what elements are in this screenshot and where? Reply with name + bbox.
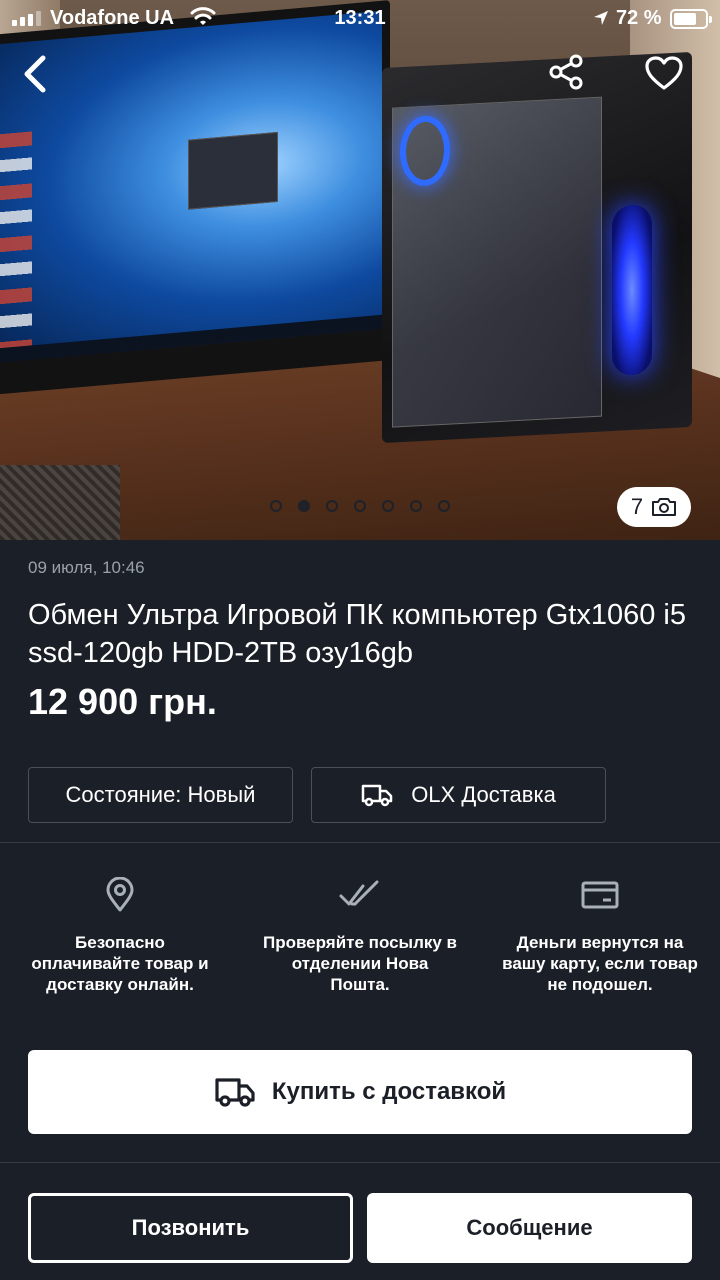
status-bar: Vodafone UA 13:31 72 % [0, 0, 720, 40]
gallery-dot[interactable] [410, 500, 422, 512]
listing-date: 09 июля, 10:46 [28, 558, 145, 577]
gallery-dot[interactable] [382, 500, 394, 512]
feature-check-parcel: Проверяйте посылку в отделении Нова Пошт… [260, 870, 460, 995]
gallery-dot[interactable] [438, 500, 450, 512]
call-button[interactable]: Позвонить [28, 1193, 353, 1263]
olx-delivery-label: OLX Доставка [411, 782, 556, 807]
gallery-dot[interactable] [354, 500, 366, 512]
heart-icon [645, 56, 683, 90]
gallery-dot[interactable] [298, 500, 310, 512]
clock: 13:31 [334, 7, 386, 29]
gallery-dot[interactable] [270, 500, 282, 512]
battery-percent: 72 % [616, 7, 662, 29]
double-check-icon [339, 880, 379, 906]
buy-with-delivery-button[interactable]: Купить с доставкой [28, 1050, 692, 1134]
photo-pc-case [382, 51, 692, 444]
favorite-button[interactable] [640, 50, 688, 96]
message-button-label: Сообщение [466, 1215, 593, 1240]
call-button-label: Позвонить [131, 1215, 250, 1240]
photo-steam-window [188, 131, 278, 210]
feature-text: Проверяйте посылку в отделении Нова Пошт… [262, 933, 458, 994]
photo-count-badge[interactable]: 7 [617, 487, 691, 527]
battery-icon [670, 9, 712, 29]
photo-basket [0, 465, 120, 540]
condition-tag: Состояние: Новый [28, 767, 293, 823]
camera-icon [652, 498, 677, 516]
gallery-dots[interactable] [270, 500, 450, 512]
share-icon [549, 54, 583, 90]
condition-label: Состояние: Новый [65, 782, 256, 807]
location-pin-icon [106, 877, 134, 912]
listing-title: Обмен Ультра Игровой ПК компьютер Gtx106… [28, 599, 686, 669]
location-arrow-icon [594, 11, 608, 25]
chevron-left-icon [24, 55, 46, 93]
feature-safe-payment: Безопасно оплачивайте товар и доставку о… [20, 870, 220, 995]
gallery-dot[interactable] [326, 500, 338, 512]
battery-level [674, 13, 696, 25]
delivery-truck-icon [361, 784, 393, 807]
photo-desktop-icons [0, 131, 32, 365]
share-button[interactable] [544, 50, 588, 94]
listing-photo[interactable]: 7 [0, 0, 720, 540]
olx-delivery-tag[interactable]: OLX Доставка [311, 767, 606, 823]
listing-price: 12 900 грн. [28, 681, 217, 722]
photo-monitor [0, 0, 390, 396]
feature-text: Безопасно оплачивайте товар и доставку о… [31, 933, 209, 994]
feature-text: Деньги вернутся на вашу карту, если това… [502, 933, 698, 994]
feature-money-back: Деньги вернутся на вашу карту, если това… [500, 870, 700, 995]
delivery-truck-icon [215, 1078, 255, 1107]
divider [0, 842, 720, 843]
photo-count-value: 7 [630, 494, 644, 519]
credit-card-icon [581, 881, 619, 909]
photo-fan-front [612, 203, 652, 377]
buy-button-label: Купить с доставкой [271, 1078, 507, 1105]
divider [0, 1162, 720, 1163]
back-button[interactable] [14, 52, 58, 96]
message-button[interactable]: Сообщение [367, 1193, 692, 1263]
